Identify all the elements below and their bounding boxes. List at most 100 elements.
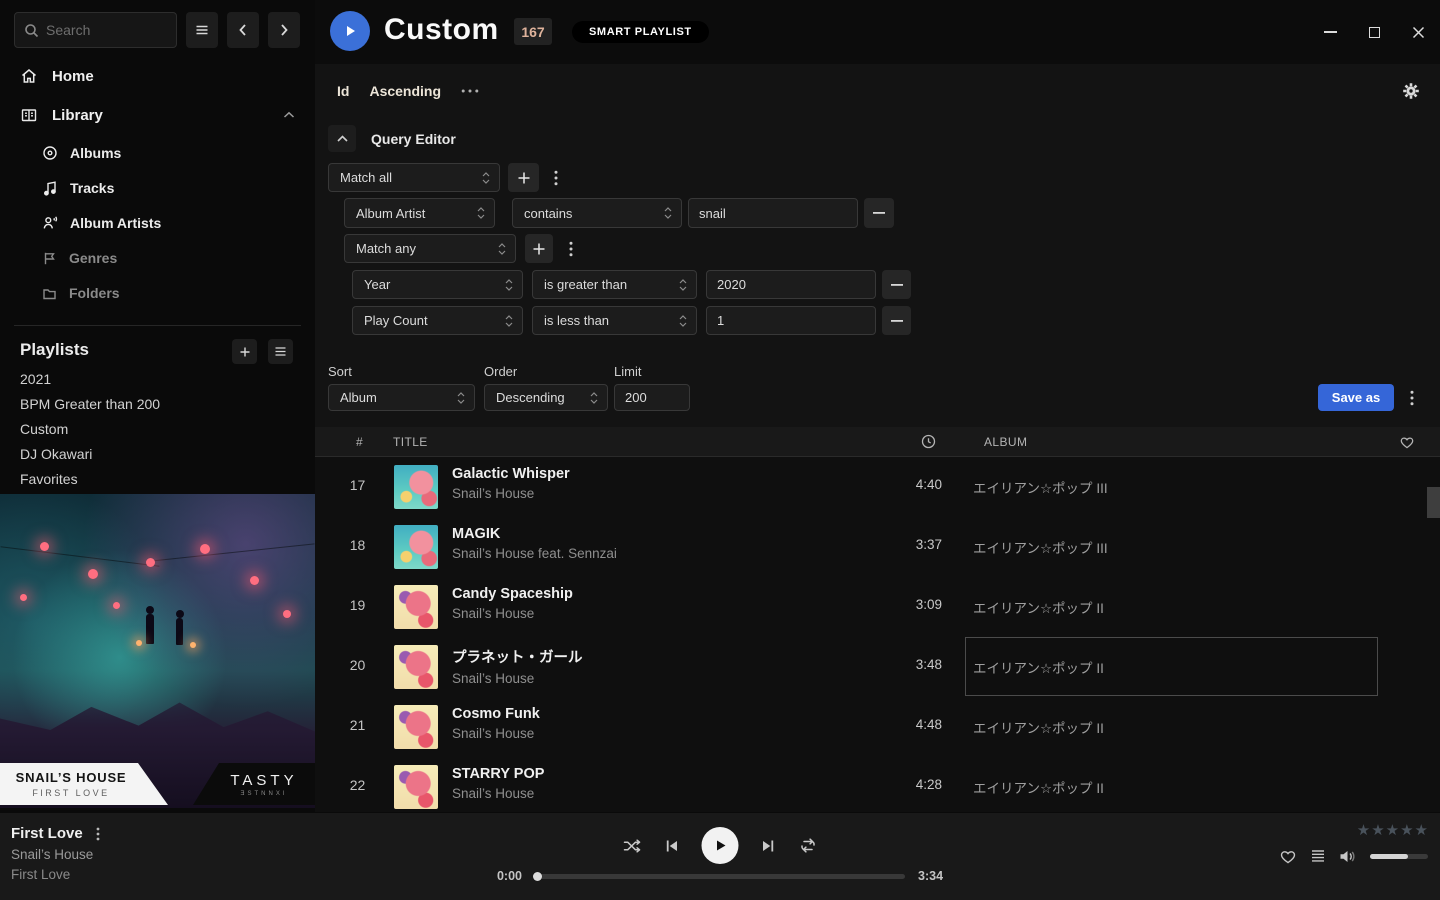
scrollbar-thumb[interactable] [1427,487,1440,518]
sidebar-item-tracks[interactable]: Tracks [42,178,114,198]
star-icon[interactable]: ★ [1357,821,1370,839]
track-artist[interactable]: Snail’s House [452,606,573,621]
track-row[interactable]: 19 Candy Spaceship Snail’s House 3:09 エイ… [315,577,1427,637]
save-as-button[interactable]: Save as [1318,384,1394,411]
track-artist[interactable]: Snail’s House [452,726,540,741]
sort-order-button[interactable]: Ascending [369,83,441,99]
chevron-up-icon[interactable] [283,111,295,119]
more-options-button[interactable] [461,89,479,93]
now-playing-artist[interactable]: Snail’s House [11,847,100,862]
rule-value-input[interactable] [706,270,876,299]
close-button[interactable] [1408,22,1428,42]
playlist-item[interactable]: BPM Greater than 200 [20,396,160,412]
sidebar-item-album-artists[interactable]: Album Artists [42,213,161,233]
track-artist[interactable]: Snail’s House [452,486,570,501]
seek-handle[interactable] [533,872,542,881]
track-artist[interactable]: Snail’s House [452,786,544,801]
search-box[interactable] [14,12,177,48]
rule-operator-select[interactable]: is less than [532,306,697,335]
track-album[interactable]: エイリアン☆ポップ III [973,477,1108,497]
track-album[interactable]: エイリアン☆ポップ II [973,717,1104,737]
rule-operator-select[interactable]: contains [512,198,682,228]
track-artist[interactable]: Snail’s House feat. Sennzai [452,546,617,561]
track-title[interactable]: Cosmo Funk [452,706,540,722]
play-playlist-button[interactable] [330,11,370,51]
now-playing-album[interactable]: First Love [11,867,100,882]
maximize-button[interactable] [1364,22,1384,42]
sort-field-button[interactable]: Id [337,83,349,99]
star-icon[interactable]: ★ [1386,821,1399,839]
heart-icon[interactable] [1399,434,1415,449]
album-cover-thumbnail[interactable] [394,765,438,809]
menu-button[interactable] [186,12,218,48]
rule-field-select[interactable]: Year [352,270,523,299]
search-input[interactable] [46,22,167,38]
album-cover-thumbnail[interactable] [394,705,438,749]
clock-icon[interactable] [921,434,936,449]
sidebar-item-genres[interactable]: Genres [42,248,117,268]
volume-icon[interactable] [1339,849,1357,864]
previous-track-icon[interactable] [664,838,680,854]
save-options-button[interactable] [1402,384,1422,411]
limit-input[interactable] [614,384,690,411]
playlist-item[interactable]: DJ Okawari [20,446,92,462]
add-rule-button[interactable] [525,234,553,263]
order-select[interactable]: Descending [484,384,608,411]
match-type-select[interactable]: Match all [328,163,500,192]
group-options-button[interactable] [562,234,580,263]
star-icon[interactable]: ★ [1400,821,1413,839]
track-album[interactable]: エイリアン☆ポップ III [973,537,1108,557]
track-title[interactable]: Candy Spaceship [452,586,573,602]
queue-icon[interactable] [1310,849,1326,863]
column-album[interactable]: ALBUM [984,435,1027,449]
remove-rule-button[interactable] [882,270,911,299]
rule-field-select[interactable]: Play Count [352,306,523,335]
playlist-item[interactable]: Custom [20,421,68,437]
shuffle-icon[interactable] [623,837,642,855]
star-icon[interactable]: ★ [1415,821,1428,839]
track-title[interactable]: MAGIK [452,526,617,542]
gear-icon[interactable] [1402,82,1420,100]
remove-rule-button[interactable] [882,306,911,335]
collapse-query-editor-button[interactable] [328,125,356,152]
sidebar-item-library[interactable]: Library [20,104,300,126]
now-playing-title[interactable]: First Love [11,825,83,842]
rule-field-select[interactable]: Album Artist [344,198,495,228]
star-icon[interactable]: ★ [1371,821,1384,839]
track-artist[interactable]: Snail’s House [452,671,583,686]
album-cover-thumbnail[interactable] [394,525,438,569]
remove-rule-button[interactable] [864,198,894,228]
minimize-button[interactable] [1320,22,1340,42]
playlist-item[interactable]: 2021 [20,371,51,387]
column-index[interactable]: # [356,435,363,449]
album-cover-thumbnail[interactable] [394,645,438,689]
play-pause-button[interactable] [702,827,739,864]
nav-back-button[interactable] [227,12,259,48]
column-title[interactable]: TITLE [393,435,428,449]
track-album[interactable]: エイリアン☆ポップ II [973,777,1104,797]
playlist-item[interactable]: Favorites [20,471,78,487]
track-title[interactable]: プラネット・ガール [452,646,583,667]
repeat-icon[interactable] [799,837,818,854]
track-row[interactable]: 21 Cosmo Funk Snail’s House 4:48 エイリアン☆ポ… [315,697,1427,757]
kebab-icon[interactable] [96,827,100,841]
album-cover-thumbnail[interactable] [394,585,438,629]
match-type-select[interactable]: Match any [344,234,516,263]
rule-value-input[interactable] [688,198,858,228]
track-row[interactable]: 18 MAGIK Snail’s House feat. Sennzai 3:3… [315,517,1427,577]
album-cover-thumbnail[interactable] [394,465,438,509]
next-track-icon[interactable] [761,838,777,854]
add-rule-button[interactable] [508,163,539,192]
sidebar-item-folders[interactable]: Folders [42,283,120,303]
volume-slider[interactable] [1370,854,1428,859]
add-playlist-button[interactable] [232,339,257,364]
track-row[interactable]: 22 STARRY POP Snail’s House 4:28 エイリアン☆ポ… [315,757,1427,812]
track-album[interactable]: エイリアン☆ポップ II [973,597,1104,617]
nav-forward-button[interactable] [268,12,300,48]
track-album[interactable]: エイリアン☆ポップ II [973,657,1104,677]
sidebar-item-home[interactable]: Home [20,65,94,87]
favorite-heart-icon[interactable] [1279,848,1297,864]
sidebar-item-albums[interactable]: Albums [42,143,121,163]
track-row[interactable]: 20 プラネット・ガール Snail’s House 3:48 エイリアン☆ポッ… [315,637,1427,697]
sort-select[interactable]: Album [328,384,475,411]
